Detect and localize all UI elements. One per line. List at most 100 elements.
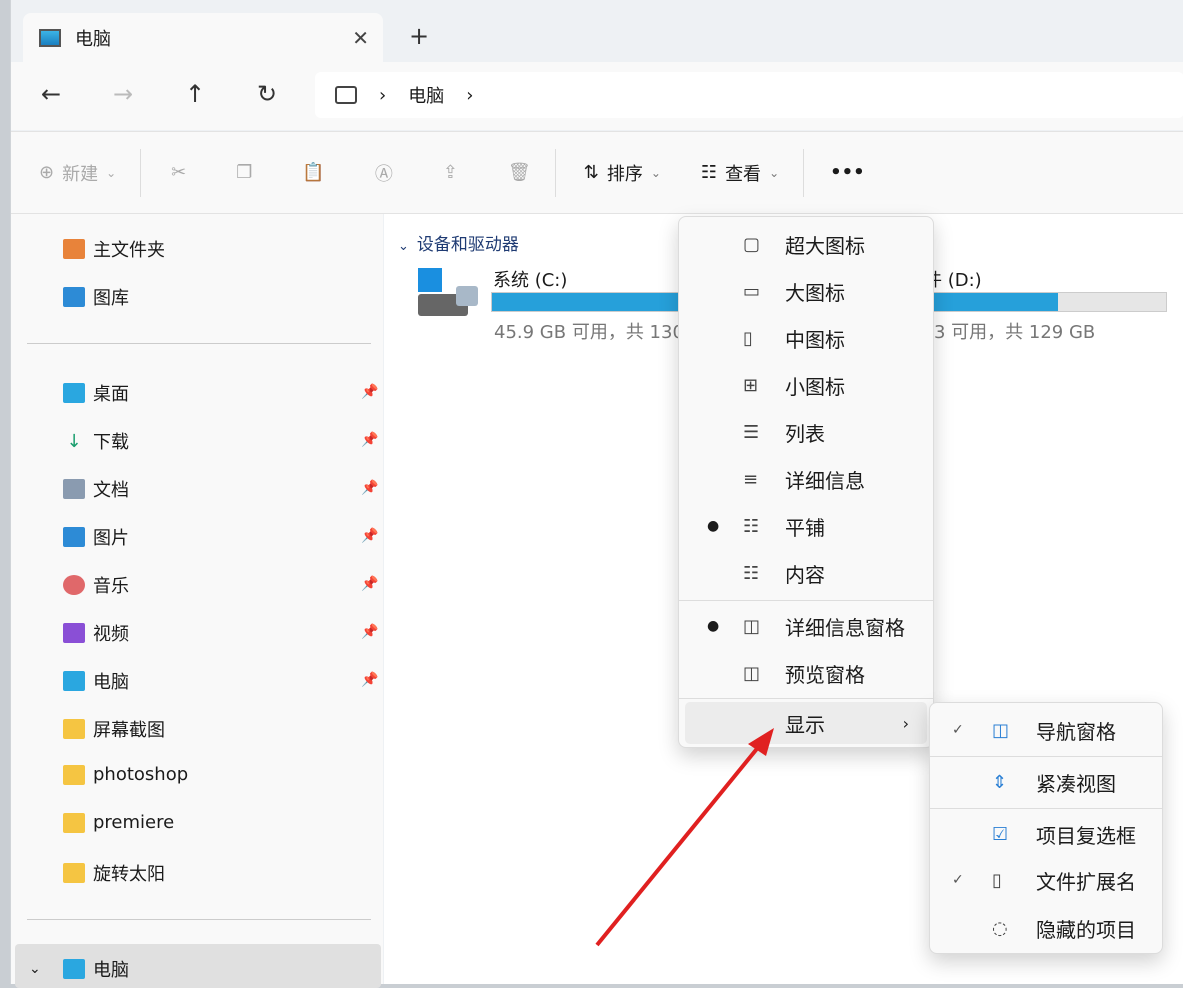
sidebar-item-music[interactable]: 音乐 [63,572,129,598]
selected-dot-icon: ● [707,618,720,634]
chevron-right-icon[interactable]: › [379,85,386,106]
label: 导航窗格 [1036,719,1116,744]
menu-item-compact-view[interactable]: ⇕ 紧凑视图 [930,759,1162,805]
refresh-button[interactable]: ↻ [257,80,277,108]
video-icon [63,623,85,643]
label: 平铺 [785,515,825,540]
download-icon: ↓ [66,431,82,452]
sidebar-item-gallery[interactable]: 图库 [63,284,129,310]
compact-view-icon: ⇕ [992,771,1008,793]
computer-icon [63,671,85,691]
menu-item-tiles[interactable]: ● ☷ 平铺 [679,503,933,549]
menu-item-navigation-pane[interactable]: ✓ ◫ 导航窗格 [930,707,1162,753]
home-icon [63,239,85,259]
menu-item-large-icons[interactable]: ▭ 大图标 [679,268,933,314]
check-icon: ✓ [952,722,964,738]
label: 详细信息 [785,468,865,493]
menu-item-show[interactable]: 显示 › [685,702,927,744]
address-bar[interactable]: › 电脑 › [315,72,1183,118]
up-button[interactable]: ↑ [185,80,205,108]
folder-icon [63,863,85,883]
menu-item-details[interactable]: ≡ 详细信息 [679,456,933,502]
sidebar-item-this-pc-label[interactable]: ⌄ 电脑 [29,956,129,982]
cut-icon[interactable]: ✂ [171,162,186,183]
sidebar-item-documents[interactable]: 文档 [63,476,129,502]
drive-c-name[interactable]: 系统 (C:) [493,266,567,292]
navigation-pane: 主文件夹 图库 桌面 ↓ 下载 文档 图片 音乐 视频 电脑 📌 📌 📌 📌 📌 … [11,214,383,988]
copy-icon[interactable]: ❐ [236,162,252,183]
desktop-icon [63,383,85,403]
label: 预览窗格 [785,662,865,687]
selected-dot-icon: ● [707,518,720,534]
menu-item-small-icons[interactable]: ⊞ 小图标 [679,362,933,408]
pin-icon[interactable]: 📌 [361,528,378,544]
eye-icon: ◌ [992,917,1008,939]
chevron-down-icon[interactable]: ⌄ [29,961,55,977]
sidebar-item-folder[interactable]: photoshop [63,764,188,785]
menu-item-list[interactable]: ☰ 列表 [679,409,933,455]
plus-circle-icon: ⊕ [39,162,55,183]
label: 紧凑视图 [1036,771,1116,796]
pin-icon[interactable]: 📌 [361,432,378,448]
menu-item-content[interactable]: ☷ 内容 [679,550,933,596]
sidebar-item-folder[interactable]: 旋转太阳 [63,860,165,886]
pin-icon[interactable]: 📌 [361,672,378,688]
label: 旋转太阳 [93,864,165,885]
divider [679,698,933,699]
small-icons-icon: ⊞ [743,374,759,396]
more-button[interactable]: ••• [830,162,865,183]
document-icon [63,479,85,499]
view-icon: ☷ [700,162,718,183]
menu-item-medium-icons[interactable]: ▯ 中图标 [679,315,933,361]
view-button[interactable]: ☷ 查看 ⌄ [701,160,779,186]
tab-computer[interactable]: 电脑 ✕ [23,13,383,63]
sort-button[interactable]: ⇅ 排序 ⌄ [584,160,661,186]
rename-icon[interactable]: Ⓐ [375,160,393,186]
section-header[interactable]: ⌄ 设备和驱动器 [398,230,519,255]
label: 图库 [93,288,129,309]
list-icon: ☰ [743,421,760,443]
pin-icon[interactable]: 📌 [361,624,378,640]
sidebar-item-computer[interactable]: 电脑 [63,668,129,694]
sidebar-item-pictures[interactable]: 图片 [63,524,129,550]
paste-icon[interactable]: 📋 [302,162,324,183]
pin-icon[interactable]: 📌 [361,480,378,496]
label: 主文件夹 [93,240,165,261]
gallery-icon [63,287,85,307]
sidebar-item-videos[interactable]: 视频 [63,620,129,646]
new-tab-button[interactable]: + [409,22,429,50]
sidebar-item-home[interactable]: 主文件夹 [63,236,165,262]
label: 列表 [785,421,825,446]
new-button[interactable]: ⊕ 新建 ⌄ [39,160,116,186]
forward-button[interactable]: → [113,80,133,108]
label: photoshop [93,764,189,785]
menu-item-preview-pane[interactable]: ◫ 预览窗格 [679,650,933,696]
label: 小图标 [785,374,845,399]
close-tab-icon[interactable]: ✕ [352,26,369,50]
label: 详细信息窗格 [785,615,905,640]
delete-icon[interactable]: 🗑 [508,162,531,183]
sidebar-item-desktop[interactable]: 桌面 [63,380,129,406]
pin-icon[interactable]: 📌 [361,576,378,592]
label: 桌面 [93,384,129,405]
sidebar-item-folder[interactable]: premiere [63,812,174,833]
menu-item-hidden-items[interactable]: ◌ 隐藏的项目 [930,905,1162,951]
view-menu: ▢ 超大图标 ▭ 大图标 ▯ 中图标 ⊞ 小图标 ☰ 列表 ≡ 详细信息 ● ☷ 平铺 ☷ 内容 … [678,216,934,748]
menu-item-file-extensions[interactable]: ✓ ▯ 文件扩展名 [930,857,1162,903]
menu-item-details-pane[interactable]: ● ◫ 详细信息窗格 [679,603,933,649]
divider [27,343,371,344]
sidebar-item-downloads[interactable]: ↓ 下载 [63,428,129,454]
sidebar-item-folder[interactable]: 屏幕截图 [63,716,165,742]
chevron-right-icon[interactable]: › [466,85,473,106]
label: 隐藏的项目 [1036,917,1136,942]
breadcrumb-computer[interactable]: 电脑 [408,82,444,108]
view-label: 查看 [725,163,762,185]
menu-item-extra-large-icons[interactable]: ▢ 超大图标 [679,221,933,267]
sort-icon: ⇅ [583,162,599,183]
label: 电脑 [93,672,129,693]
back-button[interactable]: ← [41,80,61,108]
menu-item-item-checkboxes[interactable]: ☑ 项目复选框 [930,811,1162,857]
divider [27,919,371,920]
pin-icon[interactable]: 📌 [361,384,378,400]
share-icon[interactable]: ⇪ [443,162,458,183]
